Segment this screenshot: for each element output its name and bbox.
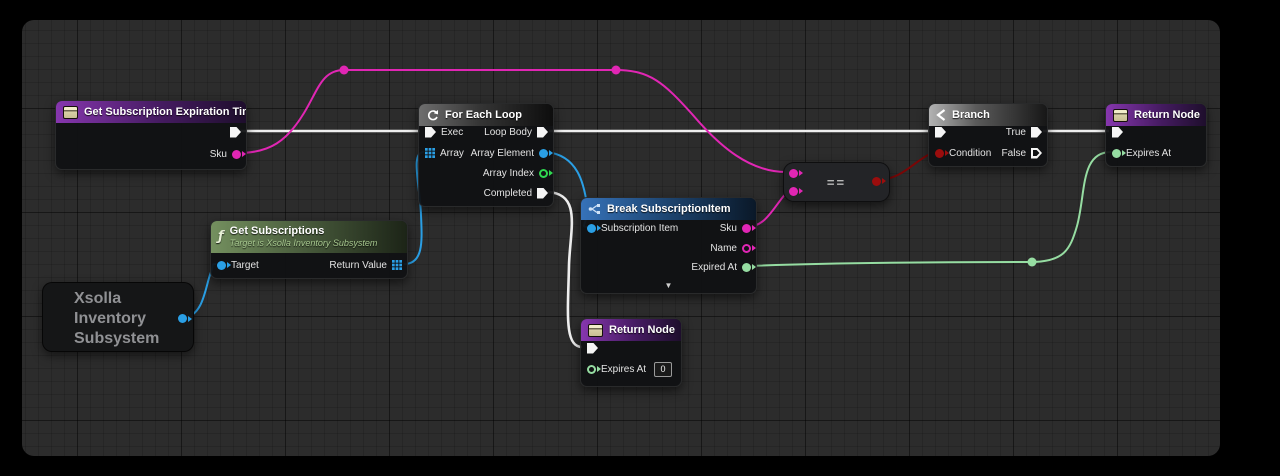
node-return-top[interactable]: Return Node Expires At — [1105, 103, 1207, 167]
pin-label: Sku — [720, 223, 737, 234]
node-get-subscription-expiration-time[interactable]: Get Subscription Expiration Time Sku — [55, 100, 247, 170]
node-for-each-loop[interactable]: For Each Loop Exec Array Loop Body Array… — [418, 103, 554, 207]
pin-label: Exec — [441, 127, 463, 138]
return-node-icon — [588, 324, 603, 337]
pin-label: Array Element — [471, 148, 534, 159]
branch-icon — [936, 109, 946, 121]
node-equals[interactable]: == — [783, 162, 890, 202]
true-exec-pin[interactable] — [1031, 127, 1042, 138]
exec-out-pin[interactable] — [230, 127, 241, 138]
node-return-bottom[interactable]: Return Node Expires At 0 — [580, 318, 682, 387]
node-title: Break SubscriptionItem — [607, 203, 730, 215]
completed-exec-pin[interactable] — [537, 188, 548, 199]
node-header: Get Subscription Expiration Time — [56, 101, 246, 123]
pin-label: Array Index — [483, 168, 534, 179]
subscription-item-pin[interactable] — [587, 224, 596, 233]
subsystem-line: Subsystem — [74, 329, 193, 349]
pin-label: Expired At — [691, 262, 737, 273]
array-pin[interactable] — [425, 148, 435, 158]
exec-in-pin[interactable] — [587, 343, 598, 354]
node-branch[interactable]: Branch Condition True False — [928, 103, 1048, 167]
pin-label: Subscription Item — [601, 223, 678, 234]
pin-label: Expires At — [1126, 148, 1171, 159]
expires-at-default-value[interactable]: 0 — [654, 362, 672, 377]
pin-label: Return Value — [329, 260, 387, 271]
return-value-array-pin[interactable] — [392, 260, 402, 270]
node-break-subscription-item[interactable]: Break SubscriptionItem Subscription Item… — [580, 197, 757, 294]
pin-label: Array — [440, 148, 464, 159]
name-output-pin[interactable] — [742, 244, 751, 253]
exec-in-pin[interactable] — [425, 127, 436, 138]
function-icon: ƒ — [218, 231, 224, 243]
pin-label: True — [1006, 127, 1026, 138]
node-title: Return Node — [1134, 109, 1200, 121]
sku-output-pin[interactable] — [742, 224, 751, 233]
condition-pin[interactable] — [935, 149, 944, 158]
pin-label: Name — [710, 243, 737, 254]
pin-label: False — [1002, 148, 1026, 159]
node-xsolla-inventory-subsystem[interactable]: Xsolla Inventory Subsystem — [42, 282, 194, 352]
equals-result-pin[interactable] — [872, 177, 881, 186]
pin-label: Expires At — [601, 364, 646, 375]
subsystem-line: Inventory — [74, 309, 193, 329]
pin-label: Condition — [949, 148, 991, 159]
node-title: For Each Loop — [445, 109, 522, 121]
equals-input-b-pin[interactable] — [789, 187, 798, 196]
expired-at-pin[interactable] — [742, 263, 751, 272]
node-header: Break SubscriptionItem — [581, 198, 756, 220]
function-entry-icon — [63, 106, 78, 119]
sku-output-pin[interactable] — [232, 150, 241, 159]
exec-in-pin[interactable] — [1112, 127, 1123, 138]
loop-icon — [426, 109, 439, 122]
blueprint-editor-window: Get Subscription Expiration Time Sku For… — [0, 0, 1280, 476]
pin-label: Loop Body — [484, 127, 532, 138]
pin-label: Completed — [484, 188, 532, 199]
node-title: Return Node — [609, 324, 675, 336]
exec-in-pin[interactable] — [935, 127, 946, 138]
node-subtitle: Target is Xsolla Inventory Subsystem — [230, 237, 378, 249]
node-title: Branch — [952, 109, 990, 121]
return-node-icon — [1113, 109, 1128, 122]
array-element-pin[interactable] — [539, 149, 548, 158]
expires-at-pin[interactable] — [587, 365, 596, 374]
subsystem-label: Xsolla Inventory Subsystem — [43, 283, 193, 349]
node-get-subscriptions[interactable]: ƒ Get Subscriptions Target is Xsolla Inv… — [210, 220, 408, 279]
collapse-arrow-icon[interactable]: ▼ — [581, 282, 756, 290]
node-header: ƒ Get Subscriptions Target is Xsolla Inv… — [211, 221, 407, 253]
false-exec-pin[interactable] — [1031, 148, 1042, 159]
pin-label: Target — [231, 260, 259, 271]
node-title: Get Subscriptions — [230, 225, 378, 237]
expires-at-pin[interactable] — [1112, 149, 1121, 158]
target-pin[interactable] — [217, 261, 226, 270]
array-index-pin[interactable] — [539, 169, 548, 178]
break-struct-icon — [588, 203, 601, 215]
subsystem-line: Xsolla — [74, 289, 193, 309]
equals-input-a-pin[interactable] — [789, 169, 798, 178]
node-title: Get Subscription Expiration Time — [84, 106, 246, 118]
loop-body-exec-pin[interactable] — [537, 127, 548, 138]
subsystem-output-pin[interactable] — [178, 314, 187, 323]
pin-label: Sku — [210, 149, 227, 160]
